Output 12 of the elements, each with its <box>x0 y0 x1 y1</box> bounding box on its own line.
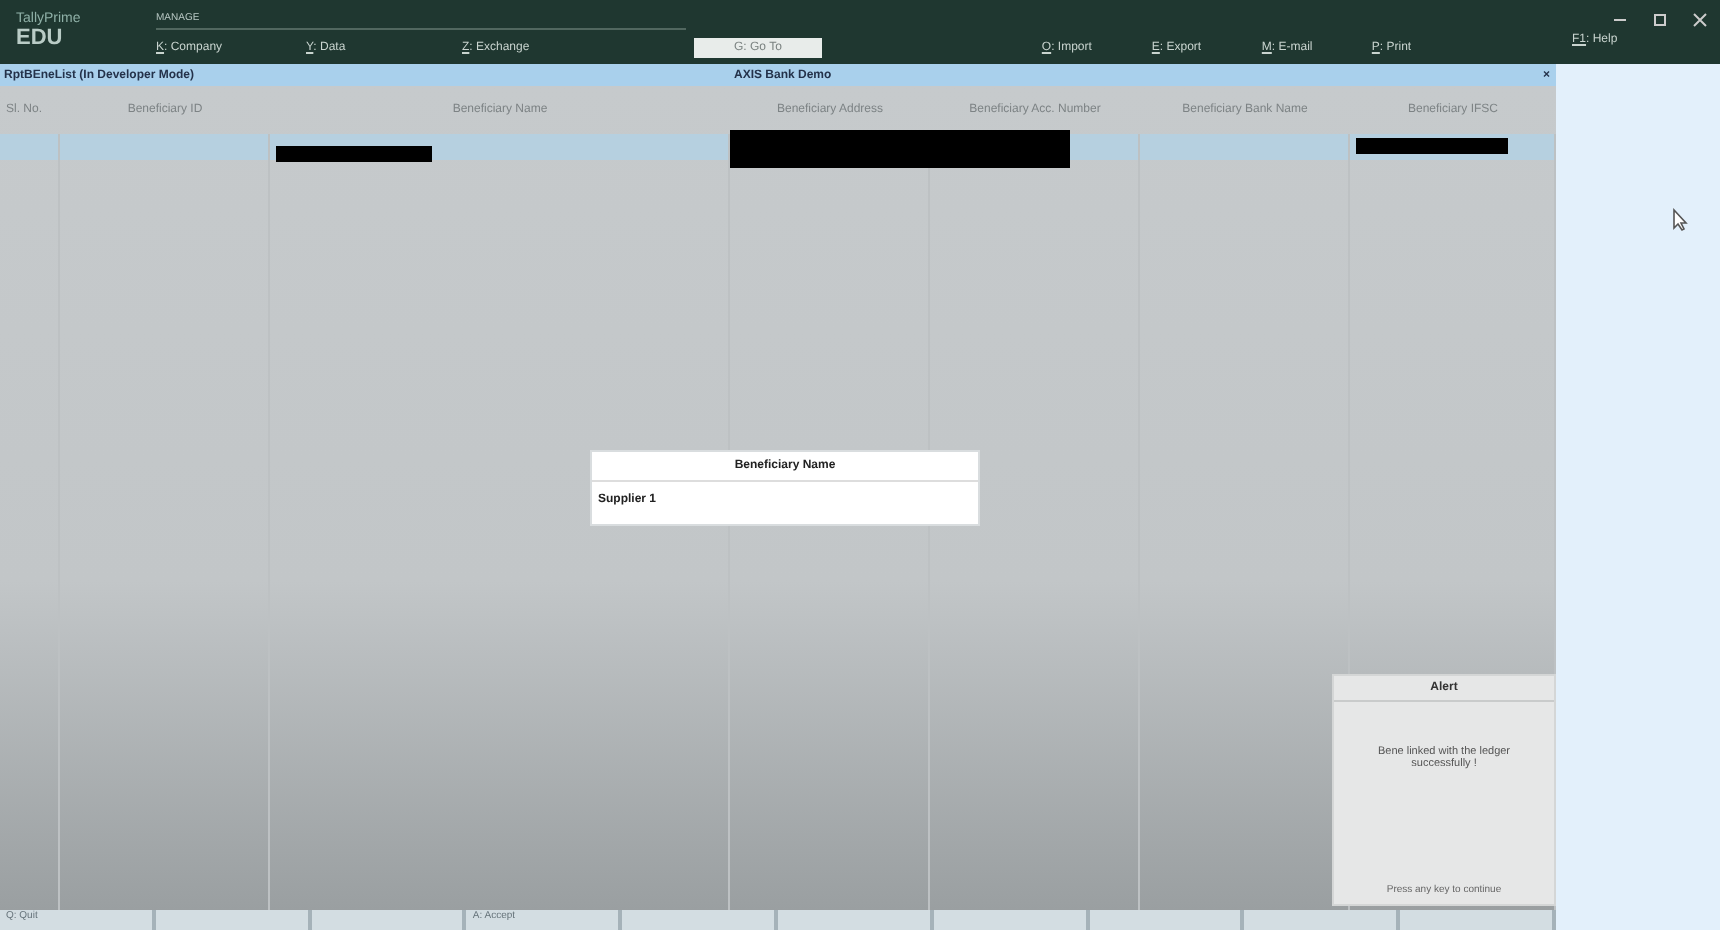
function-button[interactable] <box>311 910 467 930</box>
close-icon[interactable] <box>1692 12 1708 28</box>
function-button[interactable] <box>1400 910 1556 930</box>
function-button[interactable] <box>1244 910 1401 930</box>
mouse-pointer-icon <box>1672 208 1688 232</box>
restore-icon[interactable] <box>1652 12 1668 28</box>
function-button[interactable] <box>1089 910 1245 930</box>
function-button[interactable] <box>777 910 934 930</box>
edition-label: EDU <box>16 26 65 50</box>
function-button[interactable] <box>622 910 778 930</box>
function-button[interactable] <box>155 910 312 930</box>
function-button[interactable] <box>933 910 1090 930</box>
